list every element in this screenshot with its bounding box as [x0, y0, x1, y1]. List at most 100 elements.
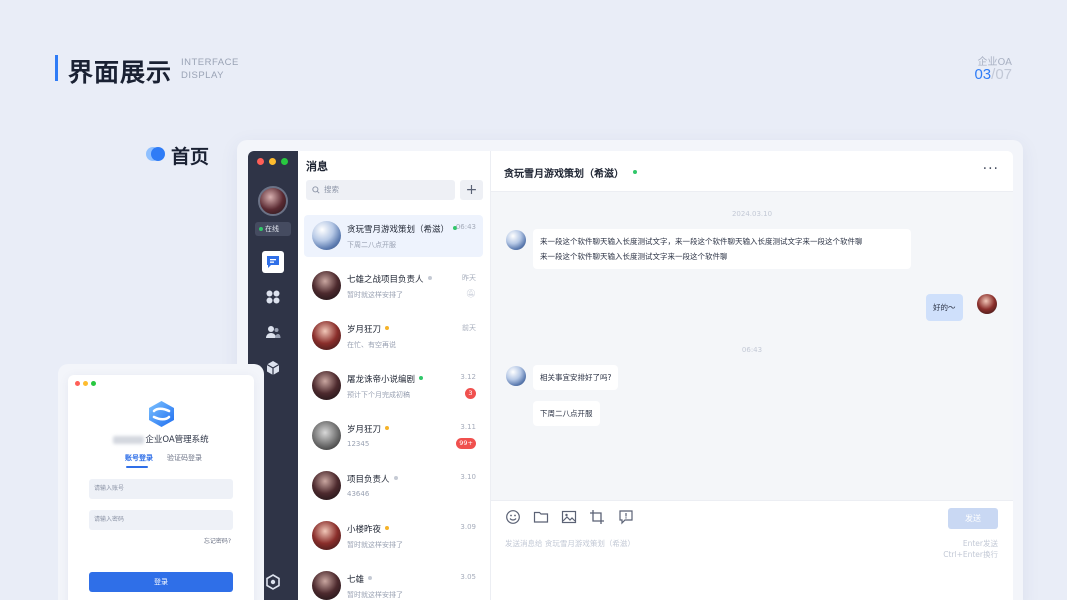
message-input[interactable]: 发送消息给 贪玩雪月游戏策划（希滋） — [505, 538, 635, 549]
tab-code-login[interactable]: 验证码登录 — [167, 453, 202, 463]
cube-icon[interactable] — [262, 357, 284, 379]
avatar — [312, 571, 341, 600]
list-title: 消息 — [306, 160, 328, 173]
conversation-preview: 在忙、有空再说 — [347, 341, 396, 349]
search-input[interactable]: 搜索 — [306, 180, 455, 200]
conversation-name: 岁月狂刀 — [347, 325, 382, 335]
avatar — [312, 421, 341, 450]
crop-icon[interactable] — [589, 509, 605, 525]
avatar — [312, 521, 341, 550]
conversation-preview: 暂时就这样安排了 — [347, 291, 403, 299]
conversation-time: 3.12 — [460, 373, 476, 381]
chat-title: 贪玩雪月游戏策划（希滋） — [504, 169, 624, 180]
close-dot[interactable] — [75, 381, 80, 386]
my-avatar[interactable] — [977, 294, 997, 314]
chat-header: 贪玩雪月游戏策划（希滋） ··· — [491, 151, 1013, 192]
unread-badge: 3 — [465, 388, 476, 399]
status-dot — [419, 376, 423, 380]
blurred-company-name — [113, 435, 145, 444]
contacts-icon[interactable] — [262, 321, 284, 343]
maximize-dot[interactable] — [281, 158, 288, 165]
login-button[interactable]: 登录 — [89, 572, 233, 592]
conversation-list-panel: 消息 搜索 + 贪玩雪月游戏策划（希滋） 下周二八点开服 06:43 七雄之战项目负责… — [298, 151, 491, 600]
password-field[interactable]: 请输入密码 — [89, 510, 233, 530]
conversation-preview: 43646 — [347, 490, 370, 498]
message-bubble: 下周二八点开服 — [533, 401, 600, 426]
title-accent-bar — [55, 55, 58, 81]
conversation-preview: 12345 — [347, 440, 370, 448]
list-item[interactable]: 岁月狂刀 12345 3.11 99+ — [304, 415, 483, 457]
message-bubble: 来一段这个软件聊天输入长度测试文字，来一段这个软件聊天输入长度测试文字来一段这个… — [533, 229, 911, 269]
avatar — [312, 271, 341, 300]
forgot-password-link[interactable]: 忘记密码? — [204, 536, 231, 545]
newline-hint: Ctrl+Enter换行 — [943, 550, 998, 559]
minimize-dot[interactable] — [269, 158, 276, 165]
status-dot — [385, 426, 389, 430]
conversation-preview: 下周二八点开服 — [347, 241, 396, 249]
list-item[interactable]: 贪玩雪月游戏策划（希滋） 下周二八点开服 06:43 — [304, 215, 483, 257]
chat-panel: 贪玩雪月游戏策划（希滋） ··· 2024.03.10 来一段这个软件聊天输入长… — [491, 151, 1013, 600]
conversation-time: 前天 — [462, 324, 476, 332]
avatar — [312, 371, 341, 400]
avatar — [312, 321, 341, 350]
status-dot — [385, 326, 389, 330]
tab-account-login[interactable]: 账号登录 — [125, 453, 153, 463]
brand-suffix: 企业OA管理系统 — [145, 435, 209, 445]
section-title: 首页 — [171, 146, 210, 168]
conversation-time: 3.10 — [460, 473, 476, 481]
page-subtitle: INTERFACE DISPLAY — [181, 56, 239, 82]
list-item[interactable]: 小楼昨夜暂时就这样安排了 3.09 — [304, 515, 483, 557]
active-tab-indicator — [126, 466, 148, 468]
settings-icon[interactable] — [262, 571, 284, 593]
avatar — [312, 471, 341, 500]
status-dot — [368, 576, 372, 580]
avatar[interactable] — [258, 186, 288, 216]
add-button[interactable]: + — [460, 180, 483, 200]
list-item[interactable]: 屠龙诛帝小说编剧 预计下个月完成初稿 3.12 3 — [304, 365, 483, 407]
page-total: 07 — [995, 66, 1012, 83]
account-field[interactable]: 请输入账号 — [89, 479, 233, 499]
main-window: 在线 消息 搜索 + 贪玩雪月游戏策划（希滋） 下周二八点开服 06:43 七雄之战项… — [248, 151, 1013, 600]
conversation-preview: 预计下个月完成初稿 — [347, 391, 410, 399]
section-dot-icon — [146, 147, 165, 161]
close-dot[interactable] — [257, 158, 264, 165]
list-item[interactable]: 七雄之战项目负责人 暂时就这样安排了 昨天 🔕︎ — [304, 265, 483, 307]
comment-icon[interactable] — [618, 509, 634, 525]
status-dot — [385, 526, 389, 530]
conversation-name: 屠龙诛帝小说编剧 — [347, 375, 416, 385]
page-indicator: 03/07 — [974, 66, 1012, 83]
list-item[interactable]: 七雄 暂时就这样安排了 3.05 — [304, 565, 483, 600]
image-icon[interactable] — [561, 509, 577, 525]
conversation-name: 贪玩雪月游戏策划（希滋） — [347, 225, 450, 235]
conversation-name: 小楼昨夜 — [347, 525, 382, 535]
conversation-preview: 暂时就这样安排了 — [347, 541, 403, 549]
minimize-dot[interactable] — [83, 381, 88, 386]
status-badge[interactable]: 在线 — [255, 222, 291, 236]
send-button[interactable]: 发送 — [948, 508, 998, 529]
composer: 发送 发送消息给 贪玩雪月游戏策划（希滋） Enter发送 Ctrl+Enter… — [491, 500, 1013, 600]
unread-badge: 99+ — [456, 438, 476, 449]
conversation-name: 七雄之战项目负责人 — [347, 275, 424, 285]
emoji-icon[interactable] — [505, 509, 521, 525]
message-text-line: 来一段这个软件聊天输入长度测试文字，来一段这个软件聊天输入长度测试文字来一段这个… — [540, 237, 863, 246]
contact-avatar[interactable] — [506, 366, 526, 386]
more-icon[interactable]: ··· — [983, 161, 999, 177]
page-subtitle-line2: DISPLAY — [181, 70, 224, 81]
conversation-preview: 暂时就这样安排了 — [347, 591, 403, 599]
search-placeholder: 搜索 — [324, 185, 339, 194]
conversation-time: 3.11 — [460, 423, 476, 431]
conversation-time: 3.09 — [460, 523, 476, 531]
maximize-dot[interactable] — [91, 381, 96, 386]
conversation-time: 3.05 — [460, 573, 476, 581]
page-current: 03 — [974, 66, 992, 83]
contact-avatar[interactable] — [506, 230, 526, 250]
page-subtitle-line1: INTERFACE — [181, 57, 239, 68]
list-item[interactable]: 岁月狂刀在忙、有空再说 前天 — [304, 315, 483, 357]
app-logo-icon — [146, 400, 177, 428]
chat-icon[interactable] — [262, 251, 284, 273]
message-text-line: 来一段这个软件聊天输入长度测试文字来一段这个软件聊 — [540, 252, 728, 261]
message-timestamp: 06:43 — [741, 346, 763, 354]
apps-icon[interactable] — [262, 286, 284, 308]
folder-icon[interactable] — [533, 509, 549, 525]
list-item[interactable]: 项目负责人 43646 3.10 — [304, 465, 483, 507]
